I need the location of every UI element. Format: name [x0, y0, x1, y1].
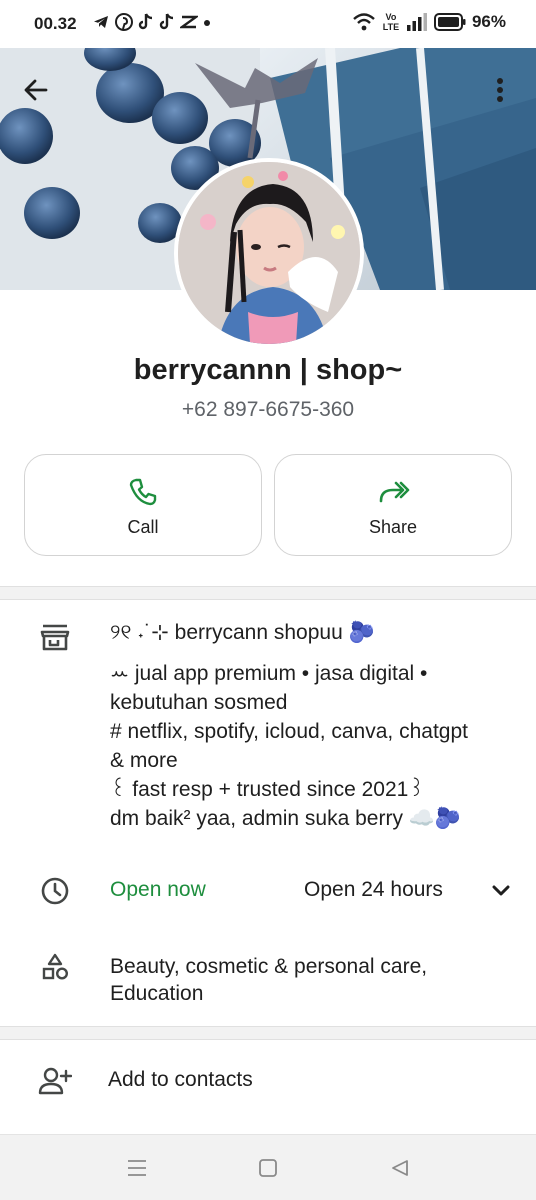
category-shapes-icon: [38, 950, 72, 984]
add-to-contacts-label: Add to contacts: [108, 1068, 253, 1091]
share-label: Share: [368, 517, 418, 537]
hours-expand-button[interactable]: [486, 876, 516, 906]
telegram-icon: [94, 16, 108, 28]
section-divider: [0, 586, 536, 600]
call-label: Call: [127, 517, 159, 537]
battery-icon: [433, 13, 466, 31]
hours-status[interactable]: Open now: [110, 878, 206, 902]
person-add-icon: [38, 1064, 72, 1098]
call-button[interactable]: Call: [24, 454, 262, 556]
arrow-left-icon: [24, 79, 48, 101]
phone-icon: [129, 478, 157, 506]
back-nav-button[interactable]: [385, 1155, 415, 1181]
network-label: Vo LTE: [382, 12, 400, 32]
more-vertical-icon: [497, 78, 503, 102]
back-button[interactable]: [16, 70, 56, 110]
recent-apps-button[interactable]: [122, 1155, 152, 1181]
avatar-photo: [178, 162, 360, 344]
avatar: [174, 158, 364, 348]
tiktok-icon: [159, 13, 174, 30]
about-line: kebutuhan sosmed: [110, 691, 288, 714]
chevron-down-icon: [492, 885, 510, 896]
profile-phone[interactable]: +62 897-6675-360: [0, 398, 536, 422]
share-forward-icon: [379, 481, 410, 503]
storefront-icon: [38, 620, 72, 654]
hours-detail[interactable]: Open 24 hours: [304, 878, 443, 902]
square-icon: [259, 1159, 277, 1177]
category-text: Beauty, cosmetic & personal care, Educat…: [110, 955, 428, 1005]
signal-icon: [406, 13, 427, 31]
status-time: 00.32: [34, 14, 77, 33]
status-system-icons: Vo LTE 96%: [352, 12, 506, 32]
capcut-icon: [180, 15, 198, 29]
system-nav-bar: [0, 1134, 536, 1200]
clock-icon: [38, 874, 72, 908]
home-button[interactable]: [253, 1155, 283, 1181]
battery-percent: 96%: [471, 12, 506, 31]
dot-icon: [204, 20, 210, 26]
about-text: ୨୧ ˖˙⊹ berrycann shopuu 🫐 ꕀ jual app pre…: [110, 618, 520, 833]
about-line: ୨୧ ˖˙⊹ berrycann shopuu 🫐: [110, 621, 375, 644]
profile-name: berrycannn | shop~: [133, 354, 403, 386]
tiktok-icon: [138, 13, 153, 30]
share-button[interactable]: Share: [274, 454, 512, 556]
about-line: ꕀ jual app premium • jasa digital •: [110, 662, 428, 685]
add-to-contacts-row[interactable]: Add to contacts: [0, 1040, 536, 1124]
about-line: & more: [110, 749, 178, 772]
menu-lines-icon: [128, 1160, 146, 1176]
status-app-icons: [92, 13, 211, 31]
about-line: dm baik² yaa, admin suka berry ☁️🫐: [110, 807, 462, 830]
wifi-icon: [353, 13, 375, 31]
triangle-back-icon: [392, 1160, 408, 1176]
pinterest-icon: [115, 13, 133, 31]
about-line: # netflix, spotify, icloud, canva, chatg…: [110, 720, 468, 743]
status-bar: 00.32 Vo LTE 96%: [0, 0, 536, 48]
section-divider: [0, 1026, 536, 1040]
more-options-button[interactable]: [480, 70, 520, 110]
about-line: ꒰ fast resp + trusted since 2021꒱: [110, 778, 425, 801]
